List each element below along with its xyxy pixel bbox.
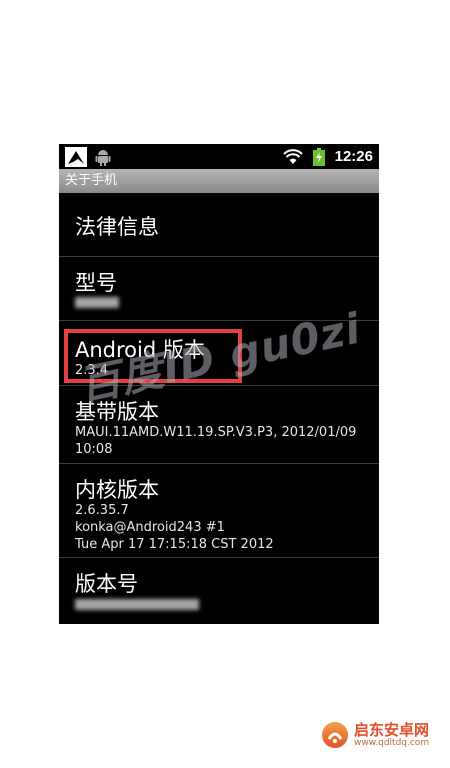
- site-logo-url: www.qdltdq.com: [354, 738, 430, 748]
- item-subtitle: 10:08: [75, 442, 113, 457]
- site-logo-icon: [322, 722, 348, 748]
- item-title: 版本号: [75, 572, 138, 596]
- redacted-model-value: [75, 297, 119, 308]
- list-item-legal-info[interactable]: 法律信息: [59, 193, 379, 257]
- app-notification-icon: [65, 146, 87, 167]
- list-item-kernel-version[interactable]: 内核版本 2.6.35.7 konka@Android243 #1 Tue Ap…: [59, 464, 379, 558]
- status-bar: 12:26: [59, 144, 379, 169]
- item-subtitle: konka@Android243 #1: [75, 520, 225, 535]
- item-title: 型号: [75, 271, 117, 295]
- item-title: 法律信息: [75, 215, 159, 239]
- redacted-build-number: [75, 599, 199, 610]
- list-item-build-number[interactable]: 版本号: [59, 558, 379, 624]
- site-logo: 启东安卓网 www.qdltdq.com: [322, 722, 429, 748]
- wifi-icon: [282, 148, 303, 164]
- site-logo-name: 启东安卓网: [354, 721, 430, 739]
- item-subtitle: Tue Apr 17 17:15:18 CST 2012: [75, 537, 274, 552]
- page-title: 关于手机: [59, 169, 379, 193]
- battery-charging-icon: [312, 147, 325, 166]
- status-time: 12:26: [334, 148, 373, 165]
- item-subtitle: 2.6.35.7: [75, 503, 129, 518]
- android-icon: [95, 149, 111, 166]
- item-title: 内核版本: [75, 478, 159, 502]
